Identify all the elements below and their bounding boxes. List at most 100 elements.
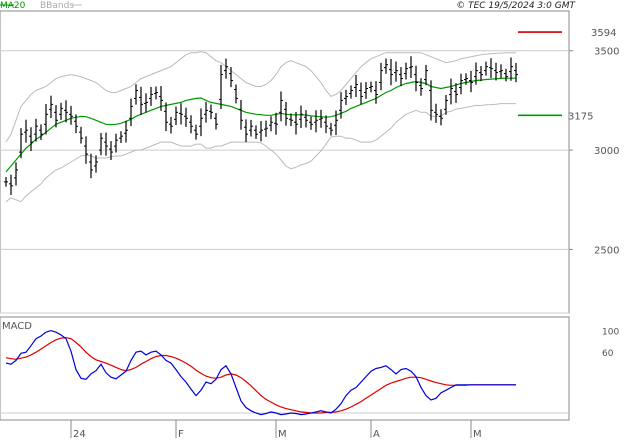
price-bar xyxy=(244,119,248,143)
price-bar xyxy=(154,86,158,100)
price-bar xyxy=(209,104,213,120)
bbands-legend-label: BBands xyxy=(40,1,74,11)
month-label: M xyxy=(278,429,287,440)
price-bar xyxy=(219,64,223,110)
macd-tick-label: 100 xyxy=(602,328,619,338)
price-bar xyxy=(299,105,303,128)
price-bar xyxy=(139,86,143,115)
price-levels: 3594 3175 xyxy=(518,28,616,122)
price-bar xyxy=(204,101,208,123)
price-bar xyxy=(319,109,323,128)
price-bar xyxy=(234,84,238,104)
price-bar xyxy=(364,82,368,99)
price-bar xyxy=(434,103,438,123)
time-axis: 24 F M A M xyxy=(0,419,569,440)
price-bar xyxy=(214,113,218,130)
price-bar xyxy=(134,84,138,105)
price-bar xyxy=(399,67,403,87)
technical-chart: MA20 BBands © TEC 19/5/2024 3:0 GMT 3594… xyxy=(0,1,619,440)
price-bar xyxy=(24,119,28,143)
price-bar xyxy=(259,121,263,142)
macd-axis: 100 60 xyxy=(602,328,619,360)
price-bar xyxy=(179,103,183,125)
price-bar xyxy=(359,82,363,105)
price-bar xyxy=(504,68,508,82)
price-bar xyxy=(144,93,148,113)
price-bar xyxy=(249,119,253,137)
price-bar xyxy=(124,120,128,143)
price-bar xyxy=(199,108,203,137)
price-bar xyxy=(149,86,153,106)
price-bar xyxy=(324,115,328,134)
price-bar xyxy=(449,78,453,105)
price-bar xyxy=(314,110,318,133)
price-tick-label: 3000 xyxy=(594,146,619,157)
price-axis: 3500 3000 2500 xyxy=(569,47,619,256)
price-bar xyxy=(184,107,188,127)
price-bar xyxy=(409,56,413,78)
price-bar xyxy=(304,110,308,128)
price-bar xyxy=(369,81,373,93)
price-bar xyxy=(394,61,398,82)
price-bar xyxy=(404,62,408,80)
copyright-label: © TEC 19/5/2024 3:0 GMT xyxy=(456,1,576,11)
price-bar xyxy=(59,102,63,120)
price-bar xyxy=(479,66,483,82)
price-bar xyxy=(224,58,228,79)
price-bar xyxy=(164,102,168,132)
macd-lines xyxy=(5,329,516,416)
price-bar xyxy=(514,62,518,83)
price-bar xyxy=(264,120,268,137)
price-panel: 3594 3175 3500 3000 2500 xyxy=(0,10,619,314)
ma-legend-label: MA20 xyxy=(0,1,26,11)
macd-title: MACD xyxy=(2,321,32,332)
price-bar xyxy=(379,62,383,91)
price-bar xyxy=(44,104,48,135)
price-bar xyxy=(274,112,278,135)
price-panel-frame xyxy=(0,10,570,314)
price-bar xyxy=(374,81,378,104)
price-bar xyxy=(69,105,73,125)
month-label: M xyxy=(473,429,482,440)
price-bar xyxy=(29,127,33,152)
macd-panel-frame xyxy=(0,316,570,421)
price-bar xyxy=(509,57,513,81)
price-bar xyxy=(89,153,93,179)
price-bar xyxy=(414,65,418,92)
resistance-label: 3594 xyxy=(591,28,616,39)
price-bar xyxy=(269,116,273,132)
price-bar xyxy=(489,58,493,79)
price-bar xyxy=(119,131,123,144)
price-bar xyxy=(354,74,358,98)
price-bar xyxy=(419,78,423,96)
month-label: 24 xyxy=(73,429,86,440)
price-bar xyxy=(239,99,243,130)
price-bar xyxy=(129,98,133,127)
price-bar xyxy=(189,115,193,134)
price-bar xyxy=(389,59,393,86)
price-bar xyxy=(339,92,343,119)
price-bar xyxy=(19,128,23,159)
macd-tick-label: 60 xyxy=(602,349,614,359)
month-label: A xyxy=(373,429,380,440)
bband-lower-line xyxy=(5,103,516,203)
macd-line xyxy=(5,329,516,416)
price-bar xyxy=(344,89,348,106)
price-bar xyxy=(439,109,443,126)
signal-line xyxy=(5,336,516,414)
price-tick-label: 3500 xyxy=(594,47,619,58)
price-bar xyxy=(454,83,458,103)
price-bar xyxy=(4,177,8,187)
price-bar xyxy=(349,85,353,99)
macd-panel: MACD 100 60 xyxy=(0,316,619,421)
month-label: F xyxy=(178,429,184,440)
price-bar xyxy=(104,132,108,156)
price-bar xyxy=(174,106,178,126)
price-gridlines xyxy=(0,50,569,314)
price-tick-label: 2500 xyxy=(594,245,619,256)
price-bar xyxy=(254,125,258,139)
price-bar xyxy=(99,133,103,156)
price-bar xyxy=(9,174,13,196)
price-bar xyxy=(494,62,498,81)
support-label: 3175 xyxy=(568,111,593,122)
